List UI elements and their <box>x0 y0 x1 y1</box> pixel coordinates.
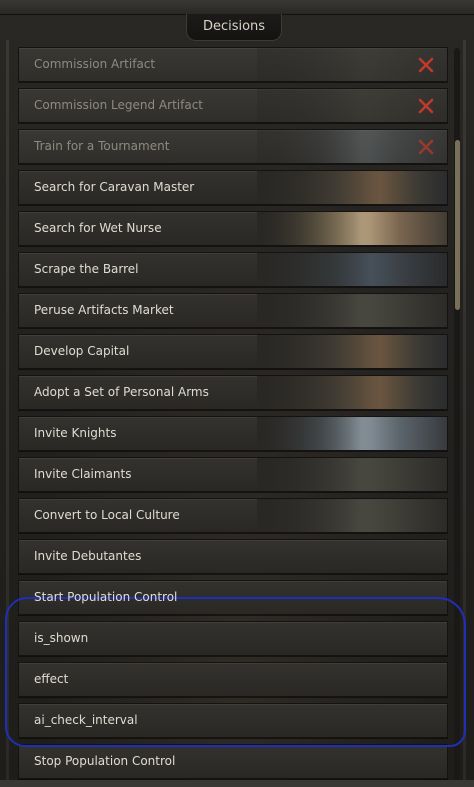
decision-label: Invite Claimants <box>34 467 132 481</box>
close-x-icon <box>418 57 434 73</box>
decision-label: Scrape the Barrel <box>34 262 139 276</box>
decision-invite-claimants[interactable]: Invite Claimants <box>18 457 448 492</box>
decision-illustration <box>257 376 447 409</box>
decision-label: Stop Population Control <box>34 754 176 768</box>
decision-illustration <box>257 335 447 368</box>
decision-label: is_shown <box>34 631 89 645</box>
decision-label: Search for Caravan Master <box>34 180 195 194</box>
decision-label: Develop Capital <box>34 344 130 358</box>
decision-invite-knights[interactable]: Invite Knights <box>18 416 448 451</box>
decision-label: Invite Debutantes <box>34 549 142 563</box>
decision-label: Invite Knights <box>34 426 117 440</box>
decision-effect[interactable]: effect <box>18 662 448 697</box>
decision-illustration <box>257 458 447 491</box>
decision-commission-artifact[interactable]: Commission Artifact <box>18 47 448 82</box>
decision-illustration <box>257 212 447 245</box>
decision-label: Start Population Control <box>34 590 178 604</box>
close-x-icon <box>418 98 434 114</box>
decision-label: Adopt a Set of Personal Arms <box>34 385 209 399</box>
decision-illustration <box>257 171 447 204</box>
decisions-panel: Decisions Commission Artifact Commission… <box>0 0 474 787</box>
scrollbar-thumb[interactable] <box>455 140 460 310</box>
panel-frame-left <box>6 40 9 787</box>
decision-illustration <box>257 417 447 450</box>
decision-illustration <box>257 294 447 327</box>
decision-illustration <box>257 253 447 286</box>
decision-convert-local-culture[interactable]: Convert to Local Culture <box>18 498 448 533</box>
decision-is-shown[interactable]: is_shown <box>18 621 448 656</box>
decision-label: Commission Legend Artifact <box>34 98 203 112</box>
top-border <box>0 0 474 15</box>
close-x-icon <box>418 139 434 155</box>
decision-search-wet-nurse[interactable]: Search for Wet Nurse <box>18 211 448 246</box>
decision-label: effect <box>34 672 69 686</box>
decision-label: Train for a Tournament <box>34 139 170 153</box>
decision-label: ai_check_interval <box>34 713 138 727</box>
decision-commission-legend-artifact[interactable]: Commission Legend Artifact <box>18 88 448 123</box>
decision-adopt-personal-arms[interactable]: Adopt a Set of Personal Arms <box>18 375 448 410</box>
bottom-border <box>0 780 474 787</box>
panel-title: Decisions <box>186 14 282 41</box>
decision-label: Search for Wet Nurse <box>34 221 162 235</box>
decision-label: Peruse Artifacts Market <box>34 303 174 317</box>
decision-start-population-control[interactable]: Start Population Control <box>18 580 448 615</box>
decision-label: Convert to Local Culture <box>34 508 180 522</box>
decision-peruse-artifacts-market[interactable]: Peruse Artifacts Market <box>18 293 448 328</box>
decision-invite-debutantes[interactable]: Invite Debutantes <box>18 539 448 574</box>
decision-develop-capital[interactable]: Develop Capital <box>18 334 448 369</box>
decision-train-for-tournament[interactable]: Train for a Tournament <box>18 129 448 164</box>
decision-scrape-the-barrel[interactable]: Scrape the Barrel <box>18 252 448 287</box>
decision-search-caravan-master[interactable]: Search for Caravan Master <box>18 170 448 205</box>
panel-frame-right <box>463 40 466 787</box>
decision-ai-check-interval[interactable]: ai_check_interval <box>18 703 448 738</box>
decision-illustration <box>257 499 447 532</box>
decision-label: Commission Artifact <box>34 57 156 71</box>
decision-stop-population-control[interactable]: Stop Population Control <box>18 744 448 779</box>
